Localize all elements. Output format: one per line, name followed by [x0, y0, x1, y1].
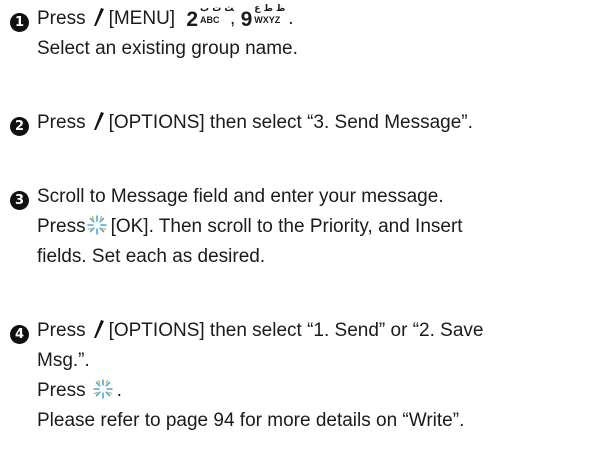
key-2: 2ﺚ ﺕ ﺏ ABC — [186, 4, 234, 30]
step-3-line-3: fields. Set each as desired. — [37, 246, 266, 267]
press-text: Press — [37, 380, 86, 401]
sparkle-burst-icon — [92, 379, 113, 399]
step-3-line-2: Press [OK]. Then scroll to the Priority,… — [10, 212, 590, 242]
key-2-digit: 2 — [186, 8, 199, 31]
period: . — [288, 8, 294, 29]
step-number-badge: 3 — [10, 191, 29, 210]
step-2-line-1: 2 Press [OPTIONS] then select “3. Send Mes… — [10, 108, 590, 138]
menu-key-label: [MENU] — [108, 8, 176, 29]
period: . — [116, 380, 122, 401]
step-1: 1 Press [MENU] 2ﺚ ﺕ ﺏ ABC, 9ﻅ ﻁ ﻉ WXYZ. Sele… — [10, 4, 590, 64]
step-4-line-4: Please refer to page 94 for more details… — [37, 410, 465, 431]
step-number-badge: 2 — [10, 117, 29, 136]
sparkle-burst-icon — [86, 215, 107, 235]
step-3-text-1: Scroll to Message field and enter your m… — [37, 186, 444, 207]
key-2-latin-letters: ABC — [200, 15, 220, 25]
instruction-page: 1 Press [MENU] 2ﺚ ﺕ ﺏ ABC, 9ﻅ ﻁ ﻉ WXYZ. Sele… — [0, 0, 596, 457]
key-9-latin-letters: WXYZ — [254, 15, 281, 25]
key-9: 9ﻅ ﻁ ﻉ WXYZ — [241, 4, 286, 30]
press-text: Press — [37, 216, 86, 237]
step-4-line-2: Msg.”. — [37, 350, 90, 371]
step-1-line-1: 1 Press [MENU] 2ﺚ ﺕ ﺏ ABC, 9ﻅ ﻁ ﻉ WXYZ. — [10, 4, 590, 34]
pen-slash-icon — [93, 8, 104, 26]
step-4-line-3: Press . — [10, 376, 590, 406]
step-4-line-1: 4 Press [OPTIONS] then select “1. Send” or… — [10, 316, 590, 346]
pen-slash-icon — [93, 320, 104, 338]
step-number-badge: 4 — [10, 325, 29, 344]
step-1-line-2: Select an existing group name. — [37, 38, 298, 59]
key-9-arabic-letters: ﻅ ﻁ ﻉ — [254, 4, 286, 14]
step-3-instruction: [OK]. Then scroll to the Priority, and I… — [110, 216, 463, 237]
step-4-instruction: [OPTIONS] then select “1. Send” or “2. S… — [108, 320, 484, 341]
step-number-badge: 1 — [10, 13, 29, 32]
press-text: Press — [37, 8, 86, 29]
press-text: Press — [37, 112, 86, 133]
key-9-digit: 9 — [240, 8, 253, 31]
step-3: 3 Scroll to Message field and enter your … — [10, 182, 590, 272]
step-2-instruction: [OPTIONS] then select “3. Send Message”. — [108, 112, 473, 133]
step-2: 2 Press [OPTIONS] then select “3. Send Mes… — [10, 108, 590, 138]
step-4: 4 Press [OPTIONS] then select “1. Send” or… — [10, 316, 590, 436]
press-text: Press — [37, 320, 86, 341]
step-3-line-1: 3 Scroll to Message field and enter your … — [10, 182, 590, 212]
pen-slash-icon — [93, 112, 104, 130]
key-2-arabic-letters: ﺚ ﺕ ﺏ — [200, 4, 234, 14]
